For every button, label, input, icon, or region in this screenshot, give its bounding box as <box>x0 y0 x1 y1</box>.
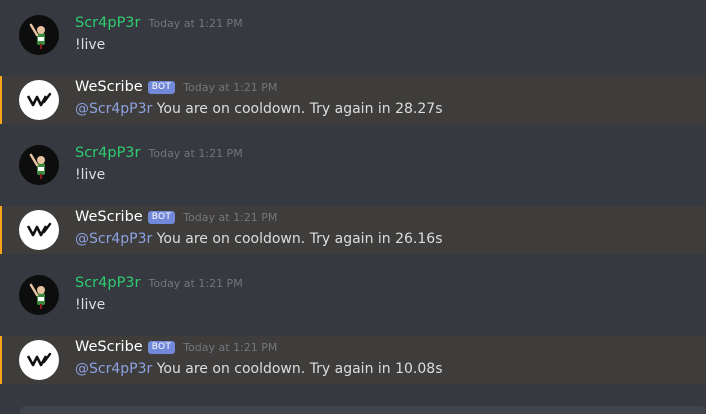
message-item: Scr4pP3r Today at 1:21 PM !live <box>0 260 706 330</box>
user-mention[interactable]: @Scr4pP3r <box>75 101 152 117</box>
wescribe-logo-icon <box>26 92 52 107</box>
message-text: !live <box>75 297 106 313</box>
message-body: You are on cooldown. Try again in 10.08s <box>152 361 443 377</box>
bot-tag: BOT <box>147 81 176 94</box>
avatar-figure-icon <box>29 23 45 49</box>
username[interactable]: Scr4pP3r <box>75 145 141 161</box>
message-body: You are on cooldown. Try again in 28.27s <box>152 101 443 117</box>
username[interactable]: WeScribe <box>75 339 143 355</box>
user-mention[interactable]: @Scr4pP3r <box>75 361 152 377</box>
message-text: @Scr4pP3r You are on cooldown. Try again… <box>75 101 442 117</box>
username[interactable]: Scr4pP3r <box>75 275 141 291</box>
user-avatar[interactable] <box>19 275 59 315</box>
message-text: !live <box>75 167 106 183</box>
username[interactable]: Scr4pP3r <box>75 15 141 31</box>
message-text: @Scr4pP3r You are on cooldown. Try again… <box>75 231 442 247</box>
bot-tag: BOT <box>147 341 176 354</box>
message-item-highlighted: WeScribe BOT Today at 1:21 PM @Scr4pP3r … <box>0 76 706 124</box>
username[interactable]: WeScribe <box>75 209 143 225</box>
bot-avatar[interactable] <box>19 210 59 250</box>
chat-messages: Scr4pP3r Today at 1:21 PM !live WeScribe… <box>0 0 706 414</box>
message-item: Scr4pP3r Today at 1:21 PM !live <box>0 0 706 70</box>
avatar-figure-icon <box>29 283 45 309</box>
timestamp: Today at 1:21 PM <box>148 277 243 290</box>
timestamp: Today at 1:21 PM <box>148 147 243 160</box>
avatar-figure-icon <box>29 153 45 179</box>
timestamp: Today at 1:21 PM <box>148 17 243 30</box>
bot-avatar[interactable] <box>19 340 59 380</box>
wescribe-logo-icon <box>26 222 52 237</box>
message-body: You are on cooldown. Try again in 26.16s <box>152 231 443 247</box>
message-item-highlighted: WeScribe BOT Today at 1:21 PM @Scr4pP3r … <box>0 336 706 384</box>
timestamp: Today at 1:21 PM <box>183 81 278 94</box>
message-text: !live <box>75 37 106 53</box>
timestamp: Today at 1:21 PM <box>183 211 278 224</box>
message-item-highlighted: WeScribe BOT Today at 1:21 PM @Scr4pP3r … <box>0 206 706 254</box>
user-avatar[interactable] <box>19 145 59 185</box>
message-input[interactable] <box>20 406 706 414</box>
bot-tag: BOT <box>147 211 176 224</box>
wescribe-logo-icon <box>26 352 52 367</box>
message-text: @Scr4pP3r You are on cooldown. Try again… <box>75 361 442 377</box>
message-item: Scr4pP3r Today at 1:21 PM !live <box>0 130 706 200</box>
username[interactable]: WeScribe <box>75 79 143 95</box>
user-mention[interactable]: @Scr4pP3r <box>75 231 152 247</box>
bot-avatar[interactable] <box>19 80 59 120</box>
timestamp: Today at 1:21 PM <box>183 341 278 354</box>
user-avatar[interactable] <box>19 15 59 55</box>
